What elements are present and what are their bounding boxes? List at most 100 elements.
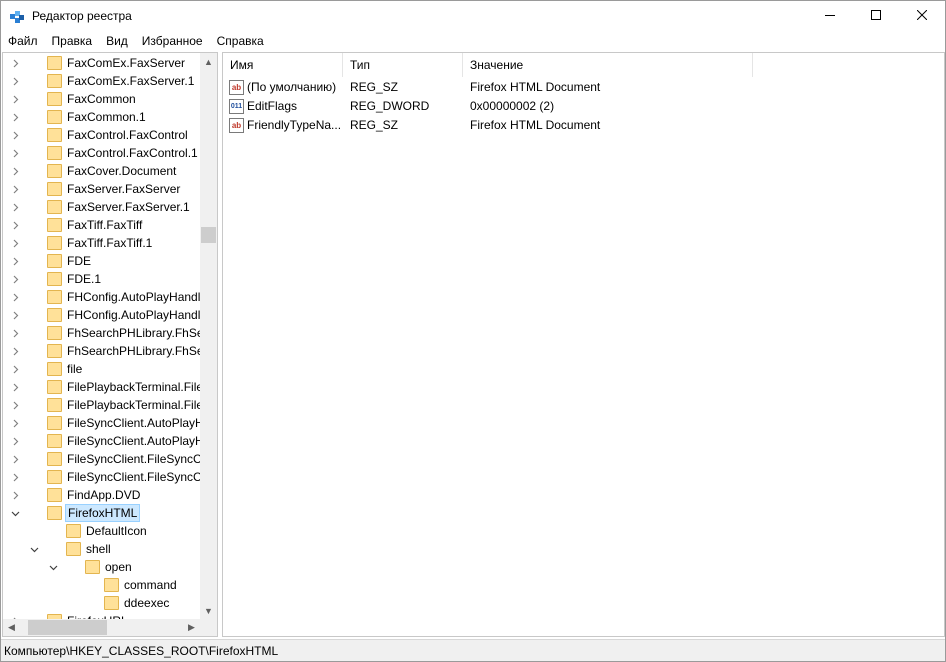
tree-item[interactable]: command [3, 576, 200, 594]
tree-item-label: FaxCommon.1 [67, 110, 146, 124]
tree-item[interactable]: file [3, 360, 200, 378]
chevron-right-icon[interactable] [10, 144, 20, 162]
chevron-right-icon[interactable] [10, 72, 20, 90]
menu-favorites[interactable]: Избранное [135, 32, 210, 51]
chevron-right-icon[interactable] [10, 252, 20, 270]
chevron-right-icon[interactable] [10, 180, 20, 198]
chevron-right-icon[interactable] [10, 342, 20, 360]
chevron-right-icon[interactable] [10, 306, 20, 324]
tree-item-label: FaxComEx.FaxServer [67, 56, 186, 70]
tree-item[interactable]: FaxCommon [3, 90, 200, 108]
tree-item[interactable]: FilePlaybackTerminal.File [3, 396, 203, 414]
menu-view[interactable]: Вид [99, 32, 135, 51]
tree-horizontal-scroll-thumb[interactable] [28, 620, 107, 635]
tree-item[interactable]: FilePlaybackTerminal.File [3, 378, 203, 396]
menu-help[interactable]: Справка [210, 32, 271, 51]
chevron-down-icon[interactable] [48, 558, 58, 576]
chevron-right-icon[interactable] [10, 432, 20, 450]
values-list[interactable]: Имя Тип Значение ab (По умолчанию) REG_S… [222, 52, 945, 637]
tree-item[interactable]: ddeexec [3, 594, 200, 612]
scroll-right-arrow-icon[interactable]: ▶ [183, 619, 200, 636]
folder-icon [85, 560, 100, 574]
folder-icon [47, 110, 62, 124]
tree-item[interactable]: FileSyncClient.AutoPlayH [3, 414, 204, 432]
tree-item-label: FDE.1 [67, 272, 102, 286]
tree-item[interactable]: FaxTiff.FaxTiff [3, 216, 200, 234]
chevron-down-icon[interactable] [10, 504, 20, 522]
tree-item[interactable]: FaxServer.FaxServer [3, 180, 200, 198]
tree-item[interactable]: FDE [3, 252, 200, 270]
scroll-down-arrow-icon[interactable]: ▼ [200, 602, 217, 619]
chevron-right-icon[interactable] [10, 270, 20, 288]
folder-icon [47, 326, 62, 340]
chevron-right-icon[interactable] [10, 126, 20, 144]
chevron-right-icon[interactable] [10, 468, 20, 486]
tree-item[interactable]: FaxComEx.FaxServer [3, 54, 200, 72]
tree-item[interactable]: FileSyncClient.AutoPlayH [3, 432, 204, 450]
maximize-button[interactable] [853, 1, 899, 31]
chevron-right-icon[interactable] [10, 396, 20, 414]
tree-item[interactable]: FaxComEx.FaxServer.1 [3, 72, 200, 90]
tree-item[interactable]: FHConfig.AutoPlayHandl [3, 306, 200, 324]
tree-item[interactable]: DefaultIcon [3, 522, 200, 540]
column-header-type[interactable]: Тип [343, 53, 463, 77]
chevron-right-icon[interactable] [10, 288, 20, 306]
tree-item[interactable]: FaxControl.FaxControl [3, 126, 200, 144]
tree-item[interactable]: FaxTiff.FaxTiff.1 [3, 234, 200, 252]
tree-item[interactable]: shell [3, 540, 200, 558]
tree-item[interactable]: FirefoxHTML [3, 504, 200, 522]
folder-icon [47, 380, 62, 394]
tree-item[interactable]: FHConfig.AutoPlayHandl [3, 288, 200, 306]
tree-item[interactable]: FaxControl.FaxControl.1 [3, 144, 200, 162]
tree-item[interactable]: FDE.1 [3, 270, 200, 288]
tree-item[interactable]: FindApp.DVD [3, 486, 200, 504]
close-button[interactable] [899, 1, 945, 31]
menu-edit[interactable]: Правка [45, 32, 100, 51]
value-name: EditFlags [247, 99, 298, 113]
folder-icon [104, 596, 119, 610]
value-row[interactable]: 011 EditFlags REG_DWORD 0x00000002 (2) [223, 97, 923, 116]
chevron-right-icon[interactable] [10, 360, 20, 378]
chevron-right-icon[interactable] [10, 378, 20, 396]
chevron-right-icon[interactable] [10, 54, 20, 72]
column-header-value[interactable]: Значение [463, 53, 753, 77]
tree-item-label: FilePlaybackTerminal.File [67, 380, 204, 394]
value-row[interactable]: ab FriendlyTypeNa... REG_SZ Firefox HTML… [223, 116, 923, 135]
chevron-down-icon[interactable] [29, 540, 39, 558]
tree-item-label: file [67, 362, 83, 376]
tree-item[interactable]: FileSyncClient.FileSyncCli [3, 468, 207, 486]
scroll-up-arrow-icon[interactable]: ▲ [200, 53, 217, 70]
chevron-right-icon[interactable] [10, 450, 20, 468]
chevron-right-icon[interactable] [10, 90, 20, 108]
tree-item[interactable]: FhSearchPHLibrary.FhSea [3, 324, 210, 342]
menu-file[interactable]: Файл [1, 32, 45, 51]
chevron-right-icon[interactable] [10, 108, 20, 126]
tree-item[interactable]: open [3, 558, 200, 576]
chevron-right-icon[interactable] [10, 162, 20, 180]
tree-item[interactable]: FileSyncClient.FileSyncCli [3, 450, 207, 468]
value-name: (По умолчанию) [247, 80, 337, 94]
folder-icon [47, 56, 62, 70]
chevron-right-icon[interactable] [10, 234, 20, 252]
tree-item-label: FHConfig.AutoPlayHandl [67, 308, 201, 322]
tree-item[interactable]: FaxCover.Document [3, 162, 200, 180]
chevron-right-icon[interactable] [10, 198, 20, 216]
title-bar[interactable]: Редактор реестра [1, 1, 945, 32]
value-row[interactable]: ab (По умолчанию) REG_SZ Firefox HTML Do… [223, 78, 923, 97]
chevron-right-icon[interactable] [10, 486, 20, 504]
tree-item[interactable]: FaxCommon.1 [3, 108, 200, 126]
minimize-button[interactable] [807, 1, 853, 31]
registry-tree[interactable]: FaxComEx.FaxServer FaxComEx.FaxServer.1 Fa… [2, 52, 218, 637]
column-header-name[interactable]: Имя [223, 53, 343, 77]
chevron-right-icon[interactable] [10, 324, 20, 342]
tree-item[interactable]: FhSearchPHLibrary.FhSea [3, 342, 210, 360]
tree-item[interactable]: FaxServer.FaxServer.1 [3, 198, 200, 216]
chevron-right-icon[interactable] [10, 414, 20, 432]
scroll-left-arrow-icon[interactable]: ◀ [3, 619, 20, 636]
folder-icon [47, 236, 62, 250]
tree-horizontal-scrollbar[interactable]: ◀ ▶ [3, 619, 217, 636]
chevron-right-icon[interactable] [10, 216, 20, 234]
tree-vertical-scroll-thumb[interactable] [201, 227, 216, 243]
tree-vertical-scrollbar[interactable]: ▲ ▼ [200, 53, 217, 619]
folder-icon [47, 308, 62, 322]
